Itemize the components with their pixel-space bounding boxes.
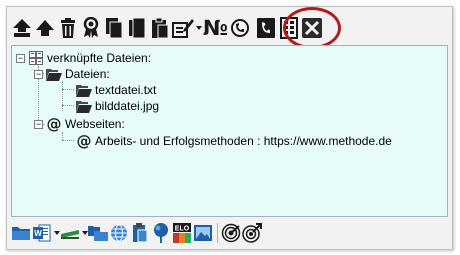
paste-icon <box>152 17 169 39</box>
number-icon: № <box>202 16 228 40</box>
collapse-toggle[interactable]: − <box>16 53 25 63</box>
chevron-down-icon <box>195 26 202 30</box>
elo-label: ELO <box>175 226 190 233</box>
word-dropdown-button[interactable] <box>53 221 60 245</box>
tree-node-web-folder[interactable]: − @ Webseiten: <box>34 115 125 133</box>
tree-node-label: Arbeits- und Erfolgsmethoden : https://w… <box>95 134 392 148</box>
folder-icon <box>12 227 30 240</box>
toolbar-separator <box>217 223 218 243</box>
elo-button[interactable]: ELO <box>172 222 192 244</box>
copy-icon <box>129 17 146 39</box>
paste-button[interactable] <box>149 16 171 40</box>
image-icon <box>194 225 212 241</box>
tree-node-website[interactable]: @ Arbeits- und Erfolgsmethoden : https:/… <box>76 132 392 150</box>
bottom-toolbar: W ELO <box>11 221 263 245</box>
tree-view: − verknüpfte Dateien: − Dateien: textdat… <box>12 46 447 216</box>
tree-node-label: Dateien: <box>65 67 110 81</box>
arrow-up-icon <box>13 19 31 37</box>
edit-dropdown-button[interactable] <box>195 16 202 40</box>
word-icon: W <box>33 224 51 242</box>
clipboard-icon <box>133 223 148 243</box>
radar-icon <box>242 223 262 243</box>
delete-button[interactable] <box>57 16 79 40</box>
arrow-up-icon <box>36 20 54 36</box>
folder-open-icon <box>76 98 92 114</box>
globe-icon <box>111 224 127 242</box>
tree-button[interactable] <box>151 222 171 244</box>
at-icon: @ <box>76 132 92 150</box>
open-folder-button[interactable] <box>11 222 31 244</box>
chevron-down-icon <box>53 231 60 235</box>
scanner-button[interactable] <box>60 222 80 244</box>
tree-node-label: textdatei.txt <box>95 83 157 97</box>
tree-node-file[interactable]: bilddatei.jpg <box>76 98 159 114</box>
tree-connector <box>62 140 74 141</box>
copy-icon <box>106 18 123 39</box>
folders-icon <box>88 226 108 241</box>
word-document-button[interactable]: W <box>32 222 52 244</box>
tree-node-label: bilddatei.jpg <box>95 99 160 113</box>
radar-share-button[interactable] <box>242 222 262 244</box>
tree-node-files-folder[interactable]: − Dateien: <box>34 66 110 82</box>
linked-files-tree[interactable]: − verknüpfte Dateien: − Dateien: textdat… <box>11 45 448 217</box>
chevron-down-icon <box>81 231 88 235</box>
at-icon: @ <box>46 115 62 133</box>
folder-open-icon <box>46 66 62 82</box>
paste-link-button[interactable] <box>130 222 150 244</box>
duplicate-button[interactable] <box>126 16 148 40</box>
web-button[interactable] <box>109 222 129 244</box>
folders-button[interactable] <box>88 222 108 244</box>
tree-icon <box>154 223 168 243</box>
collapse-toggle[interactable]: − <box>34 119 43 129</box>
trash-icon <box>61 18 75 38</box>
tree-connector <box>62 105 74 106</box>
tree-connector <box>62 89 74 90</box>
tree-node-file[interactable]: textdatei.txt <box>76 82 156 98</box>
folder-open-icon <box>76 82 92 98</box>
scanner-dropdown-button[interactable] <box>81 221 88 245</box>
number-button[interactable]: № <box>202 16 228 40</box>
edit-icon <box>172 19 194 38</box>
radar-button[interactable] <box>221 222 241 244</box>
radar-icon <box>221 223 241 243</box>
edit-button[interactable] <box>172 16 194 40</box>
linked-files-icon <box>28 50 44 66</box>
tree-connector <box>62 81 63 111</box>
tree-node-label: Webseiten: <box>65 117 125 131</box>
top-toolbar: № <box>11 13 324 43</box>
phone-ring-button[interactable] <box>229 16 251 40</box>
copy-button[interactable] <box>103 16 125 40</box>
svg-text:W: W <box>34 229 42 238</box>
certificate-button[interactable] <box>80 16 102 40</box>
image-button[interactable] <box>193 222 213 244</box>
phone-button[interactable] <box>255 16 277 40</box>
tree-connector <box>62 132 63 140</box>
award-icon <box>83 17 99 38</box>
phone-icon <box>231 19 249 37</box>
tree-node-root[interactable]: − verknüpfte Dateien: <box>16 50 151 66</box>
move-top-button[interactable] <box>34 16 56 40</box>
move-up-button[interactable] <box>11 16 33 40</box>
tree-node-label: verknüpfte Dateien: <box>47 51 152 65</box>
collapse-toggle[interactable]: − <box>34 69 43 79</box>
scanner-icon <box>61 230 79 239</box>
highlight-ring <box>283 7 341 49</box>
phone-icon <box>257 18 275 38</box>
file-links-window: № − verknüpfte Dateien: − Dateien: textd… <box>6 6 453 250</box>
elo-icon: ELO <box>173 223 191 243</box>
